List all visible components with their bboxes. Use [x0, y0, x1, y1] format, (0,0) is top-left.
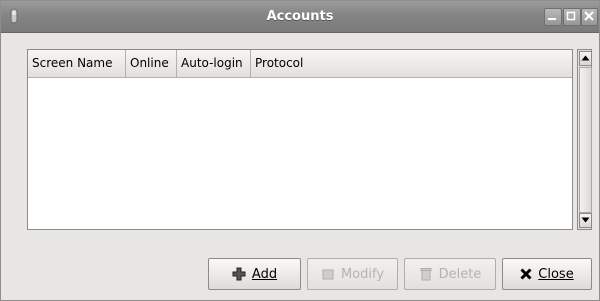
- maximize-icon: [566, 11, 576, 21]
- close-icon: [584, 11, 594, 21]
- minimize-button[interactable]: [544, 8, 562, 26]
- column-header-auto-login[interactable]: Auto-login: [177, 50, 251, 77]
- trash-icon: [420, 268, 432, 281]
- scroll-up-button[interactable]: [579, 51, 592, 66]
- close-button[interactable]: Close: [502, 258, 592, 290]
- column-header-protocol[interactable]: Protocol: [251, 50, 572, 77]
- column-header-screen-name[interactable]: Screen Name: [28, 50, 126, 77]
- maximize-button[interactable]: [563, 8, 581, 26]
- add-account-icon: [232, 267, 246, 281]
- arrow-down-icon: [581, 217, 590, 223]
- add-button[interactable]: Add: [208, 258, 301, 290]
- title-bar[interactable]: Accounts: [1, 1, 599, 33]
- modify-button-label: Modify: [340, 266, 385, 282]
- list-header: Screen Name Online Auto-login Protocol: [28, 50, 572, 78]
- close-button-label: Close: [538, 266, 574, 282]
- vertical-scrollbar[interactable]: [577, 49, 592, 230]
- minimize-icon: [548, 18, 556, 20]
- column-header-online[interactable]: Online: [126, 50, 177, 77]
- modify-button[interactable]: Modify: [307, 258, 398, 290]
- delete-button-label: Delete: [438, 266, 482, 282]
- accounts-window: Accounts Screen Name Online Auto-login P…: [0, 0, 600, 301]
- close-window-button[interactable]: [581, 8, 598, 26]
- modify-icon: [322, 269, 334, 280]
- window-title: Accounts: [266, 9, 334, 24]
- scroll-down-button[interactable]: [579, 213, 592, 228]
- add-button-label: Add: [251, 266, 278, 282]
- scrollbar-thumb[interactable]: [579, 67, 592, 213]
- delete-button[interactable]: Delete: [404, 258, 496, 290]
- close-x-icon: [520, 268, 532, 280]
- accounts-list[interactable]: Screen Name Online Auto-login Protocol: [27, 49, 573, 230]
- arrow-up-icon: [581, 55, 590, 61]
